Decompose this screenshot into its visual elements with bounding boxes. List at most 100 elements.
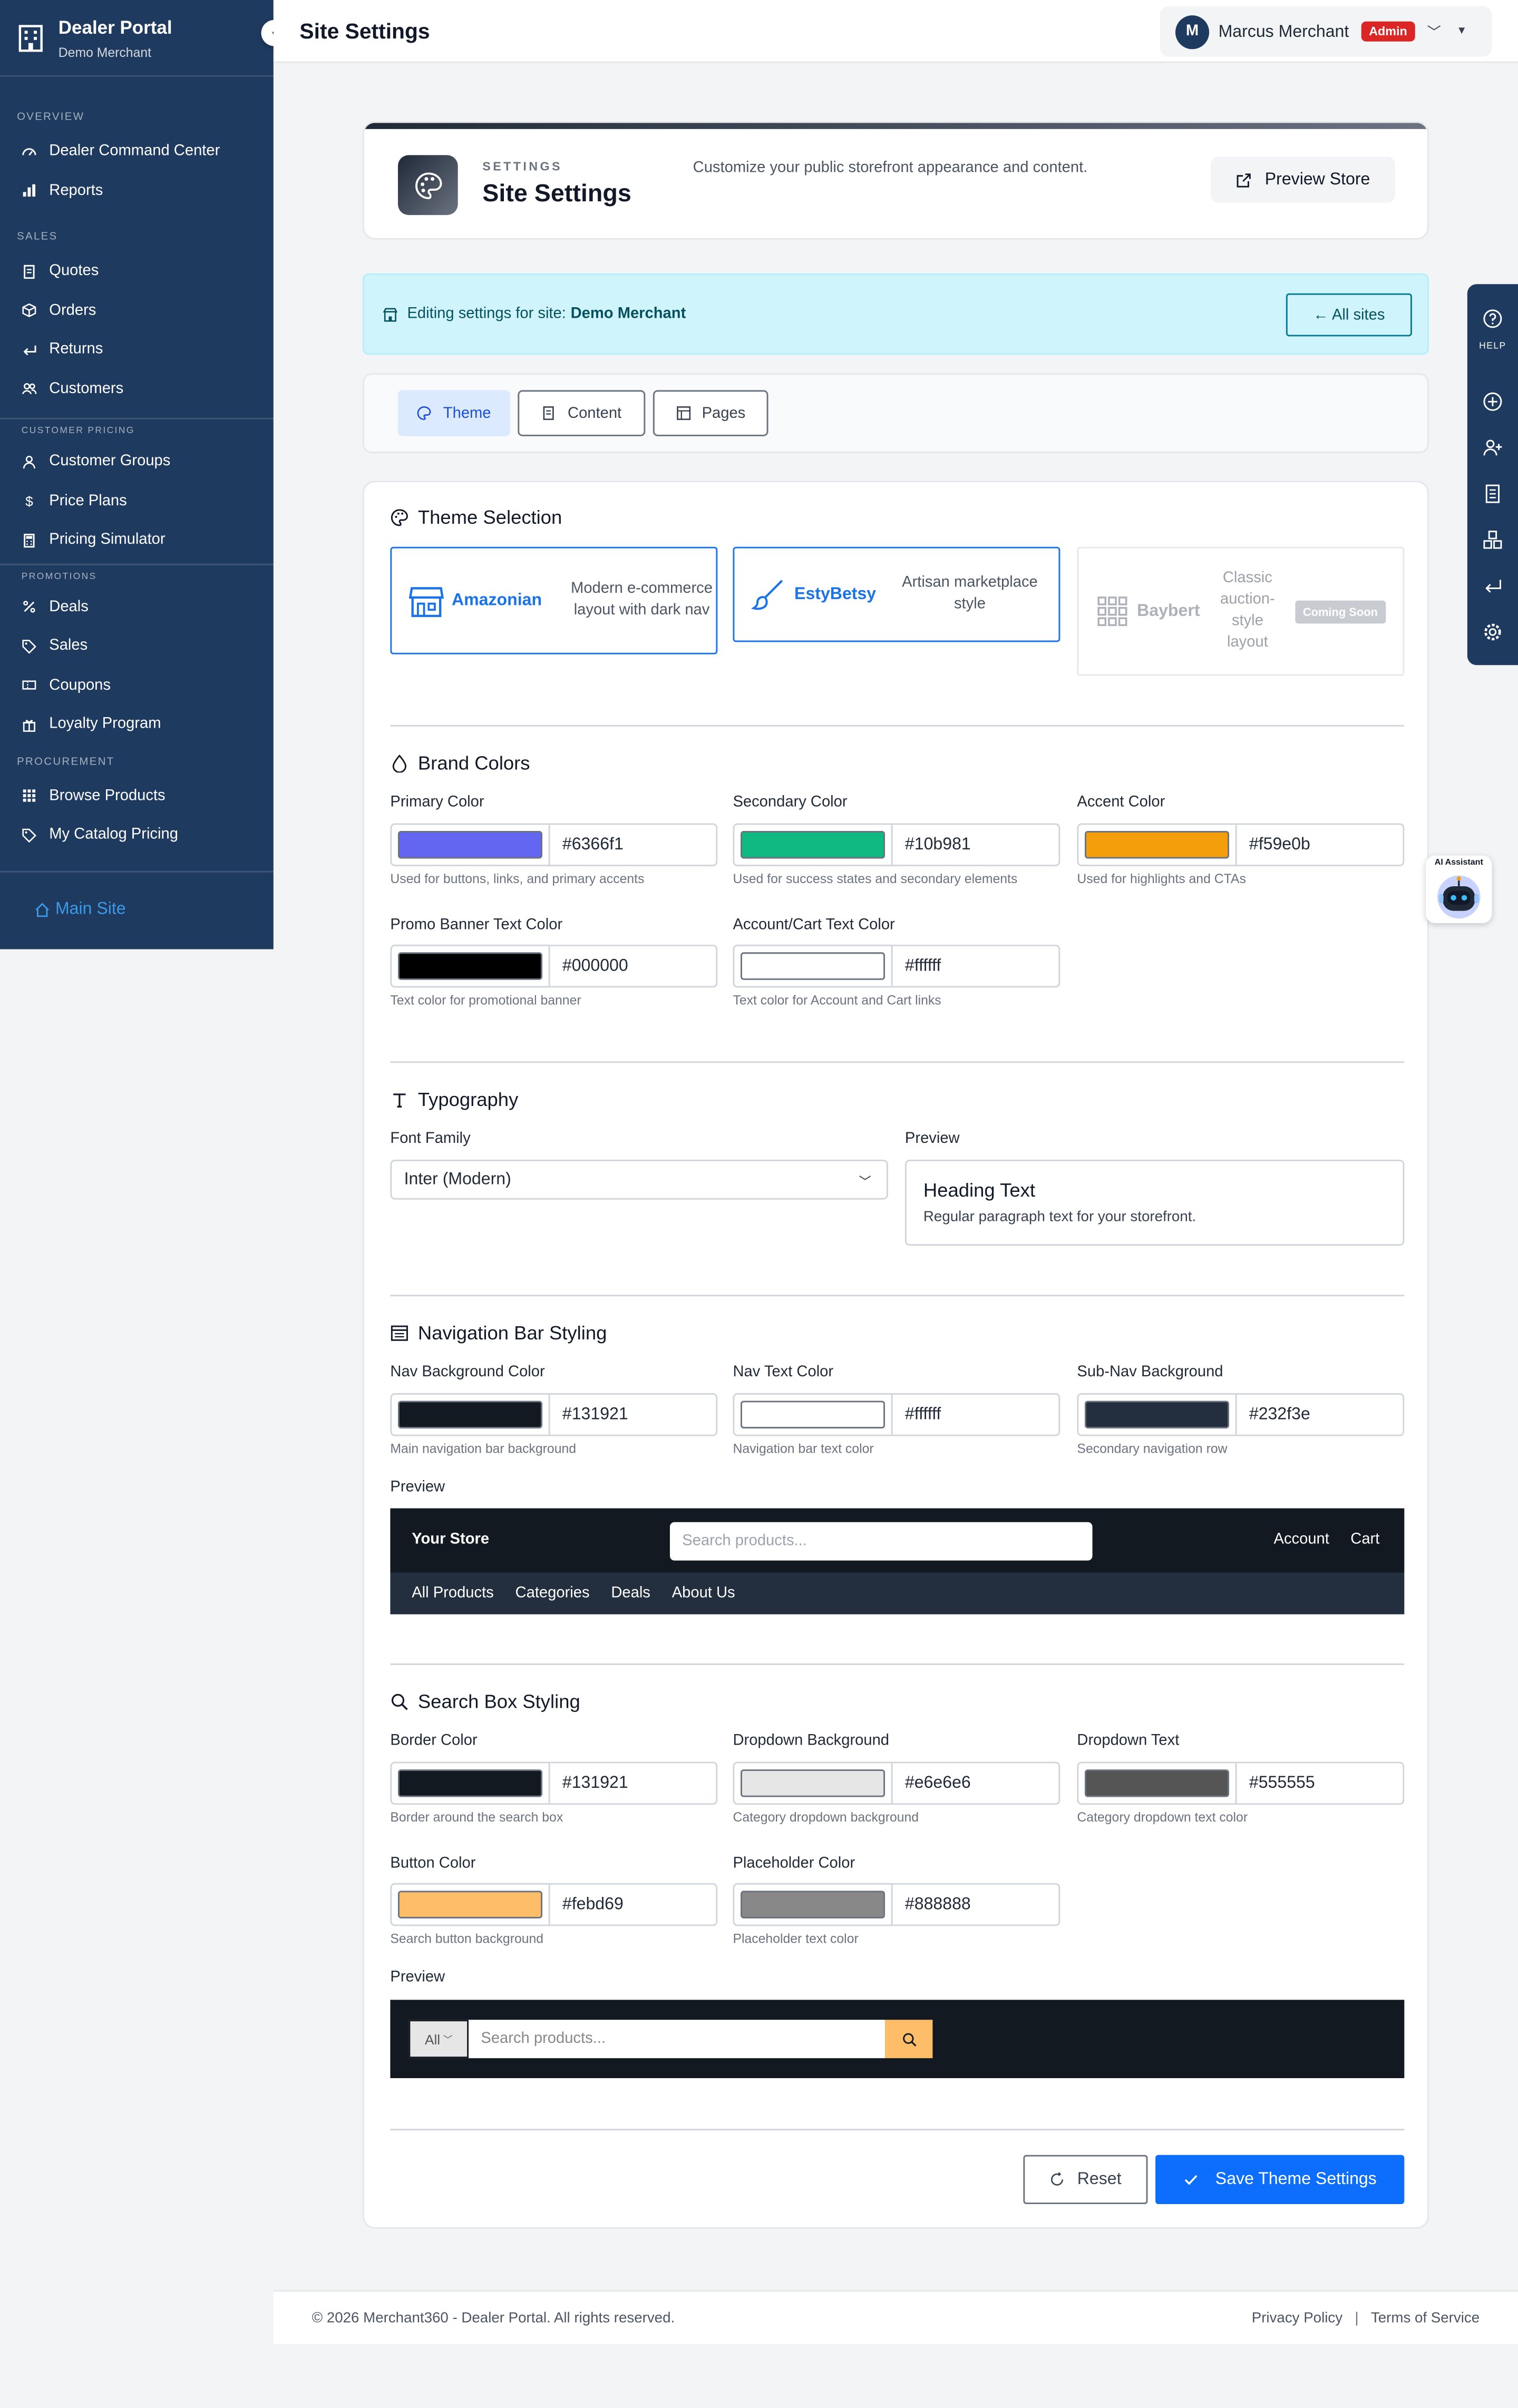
accent-color-picker[interactable] (1077, 823, 1237, 867)
sidebar-item-pricing-simulator[interactable]: Pricing Simulator (0, 521, 274, 560)
nav-bg-color-field: #131921 (390, 1393, 718, 1436)
dropdown-text-picker[interactable] (1077, 1761, 1237, 1805)
help-button[interactable] (1480, 306, 1504, 330)
secondary-color-picker[interactable] (733, 823, 893, 867)
privacy-policy-link[interactable]: Privacy Policy (1252, 2310, 1342, 2327)
nav-preview-top: Your Store Search products... Account Ca… (390, 1508, 1405, 1573)
subnav-link: All Products (412, 1585, 494, 1602)
border-color-picker[interactable] (390, 1761, 550, 1805)
primary-color-hint: Used for buttons, links, and primary acc… (390, 870, 645, 886)
subnav-bg-input[interactable]: #232f3e (1237, 1393, 1405, 1436)
building-icon (18, 24, 43, 51)
ai-assistant-widget[interactable]: AI Assistant (1426, 855, 1492, 923)
sidebar-item-label: Pricing Simulator (49, 532, 166, 549)
tab-pages[interactable]: Pages (653, 390, 768, 436)
font-family-select[interactable]: Inter (Modern) ﹀ (390, 1159, 888, 1200)
ai-assistant-label: AI Assistant (1434, 858, 1483, 868)
button-color-input[interactable]: #febd69 (550, 1883, 718, 1926)
sidebar-item-dealer-command-center[interactable]: Dealer Command Center (0, 132, 274, 171)
new-document-button[interactable] (1480, 481, 1504, 505)
preview-store-button[interactable]: Preview Store (1211, 156, 1395, 203)
theme-name: Amazonian (452, 591, 542, 610)
accent-color-input[interactable]: #f59e0b (1237, 823, 1405, 867)
account-cart-color-picker[interactable] (733, 944, 893, 988)
placeholder-color-picker[interactable] (733, 1883, 893, 1926)
sidebar-item-loyalty-program[interactable]: Loyalty Program (0, 705, 274, 744)
sidebar-section-sales: SALES (17, 232, 58, 243)
color-swatch (397, 1401, 542, 1428)
site-info-prefix: Editing settings for site: (407, 306, 566, 323)
sidebar-item-price-plans[interactable]: $ Price Plans (0, 482, 274, 521)
placeholder-color-input[interactable]: #888888 (892, 1883, 1060, 1926)
avatar: M (1175, 14, 1210, 48)
sidebar-section-overview: OVERVIEW (17, 112, 85, 123)
pages-icon (676, 406, 690, 420)
theme-option-estybetsy[interactable]: EstyBetsy Artisan marketplace style (733, 546, 1060, 642)
sidebar-item-sales[interactable]: Sales (0, 627, 274, 665)
all-sites-button[interactable]: ← All sites (1286, 293, 1412, 337)
top-bar: Site Settings M Marcus Merchant Admin ﹀ … (273, 0, 1518, 63)
subnav-bg-picker[interactable] (1077, 1393, 1237, 1436)
user-menu[interactable]: M Marcus Merchant Admin ﹀ ▼ (1160, 6, 1492, 57)
nav-text-color-field: #ffffff (733, 1393, 1060, 1436)
preview-heading: Heading Text (923, 1179, 1035, 1201)
terms-of-service-link[interactable]: Terms of Service (1371, 2310, 1480, 2327)
settings-button[interactable] (1480, 619, 1504, 644)
primary-color-picker[interactable] (390, 823, 550, 867)
color-swatch (741, 1401, 886, 1428)
button-color-picker[interactable] (390, 1883, 550, 1926)
accent-color-hint: Used for highlights and CTAs (1077, 870, 1246, 886)
add-button[interactable] (1480, 388, 1504, 413)
main-site-link[interactable]: Main Site (34, 900, 126, 919)
nav-bg-color-input[interactable]: #131921 (550, 1393, 718, 1436)
settings-header-card: SETTINGS Site Settings Customize your pu… (362, 121, 1429, 240)
reset-button[interactable]: Reset (1023, 2155, 1148, 2205)
return-button[interactable] (1480, 573, 1504, 598)
sidebar-item-customers[interactable]: Customers (0, 369, 274, 408)
secondary-color-input[interactable]: #10b981 (892, 823, 1060, 867)
placeholder-color-field: #888888 (733, 1883, 1060, 1926)
promo-text-color-picker[interactable] (390, 944, 550, 988)
account-cart-color-input[interactable]: #ffffff (892, 944, 1060, 988)
tab-content[interactable]: Content (518, 390, 646, 436)
sidebar-item-reports[interactable]: Reports (0, 171, 274, 210)
sidebar-item-label: Quotes (49, 263, 99, 280)
dropdown-text-input[interactable]: #555555 (1237, 1761, 1405, 1805)
cubes-button[interactable] (1480, 527, 1504, 552)
dropdown-bg-picker[interactable] (733, 1761, 893, 1805)
nav-text-color-input[interactable]: #ffffff (892, 1393, 1060, 1436)
promo-text-color-field: #000000 (390, 944, 718, 988)
nav-text-color-picker[interactable] (733, 1393, 893, 1436)
border-color-input[interactable]: #131921 (550, 1761, 718, 1805)
document-icon (544, 406, 555, 420)
return-arrow-icon (1484, 579, 1501, 592)
sidebar-item-quotes[interactable]: Quotes (0, 252, 274, 291)
placeholder-color-label: Placeholder Color (733, 1855, 855, 1873)
add-user-button[interactable] (1480, 435, 1504, 459)
dropdown-bg-input[interactable]: #e6e6e6 (892, 1761, 1060, 1805)
sidebar-divider (0, 563, 274, 565)
palette-icon (417, 406, 432, 420)
theme-option-amazonian[interactable]: Amazonian Modern e-commerce layout with … (390, 546, 718, 654)
sidebar-item-coupons[interactable]: Coupons (0, 666, 274, 705)
sidebar-item-orders[interactable]: Orders (0, 291, 274, 330)
main-site-label: Main Site (55, 900, 126, 919)
primary-color-input[interactable]: #6366f1 (550, 823, 718, 867)
nav-bg-color-picker[interactable] (390, 1393, 550, 1436)
sidebar-item-returns[interactable]: Returns (0, 330, 274, 369)
sidebar-item-deals[interactable]: Deals (0, 588, 274, 627)
sidebar-item-my-catalog-pricing[interactable]: My Catalog Pricing (0, 816, 274, 855)
sidebar-divider (0, 870, 274, 873)
tab-theme[interactable]: Theme (397, 390, 510, 436)
color-swatch (741, 1891, 886, 1918)
theme-name: EstyBetsy (794, 585, 877, 604)
help-rail: HELP (1467, 284, 1518, 665)
sidebar-item-browse-products[interactable]: Browse Products (0, 777, 274, 816)
save-theme-settings-button[interactable]: Save Theme Settings (1155, 2155, 1405, 2205)
subnav-bg-field: #232f3e (1077, 1393, 1405, 1436)
promo-text-color-input[interactable]: #000000 (550, 944, 718, 988)
sidebar-item-customer-groups[interactable]: Customer Groups (0, 443, 274, 482)
site-info-alert: Editing settings for site: Demo Merchant… (362, 273, 1429, 355)
search-icon (902, 2032, 916, 2046)
chevron-down-icon: ﹀ (1427, 24, 1441, 40)
